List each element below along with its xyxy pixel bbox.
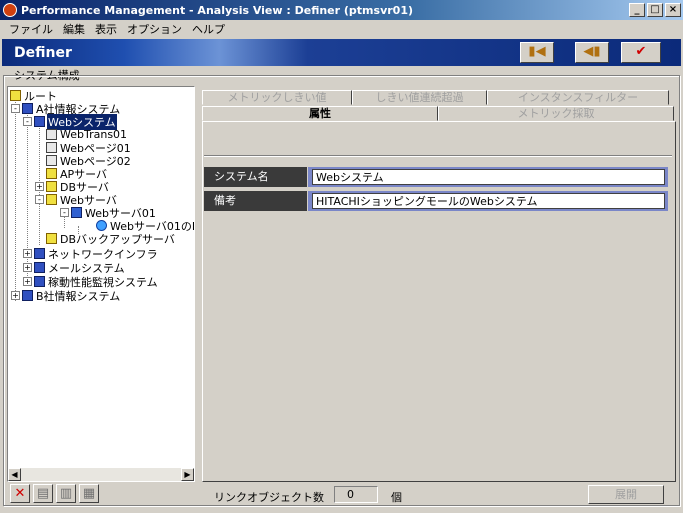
tab-metric-collection[interactable]: メトリック採取 bbox=[438, 106, 674, 121]
tab-row-back: メトリックしきい値 しきい値連続超過 インスタンスフィルター bbox=[202, 90, 669, 105]
copy-button[interactable]: ▤ bbox=[33, 484, 53, 503]
menu-help[interactable]: ヘルプ bbox=[187, 21, 230, 37]
menu-options[interactable]: オプション bbox=[122, 21, 187, 37]
expand-toggle-icon[interactable]: + bbox=[23, 277, 32, 286]
divider bbox=[204, 155, 672, 157]
page-icon bbox=[46, 129, 57, 140]
collapse-toggle-icon[interactable]: - bbox=[11, 104, 20, 113]
tree-item[interactable]: + メールシステム bbox=[23, 261, 126, 275]
menu-view[interactable]: 表示 bbox=[90, 21, 122, 37]
tree-horizontal-scrollbar[interactable]: ◀ ▶ bbox=[8, 468, 194, 481]
server-icon bbox=[71, 207, 82, 218]
remarks-field-frame: HITACHIショッピングモールのWebシステム bbox=[308, 191, 668, 211]
door-exit-icon: ▮◀ bbox=[528, 44, 546, 59]
tree-item[interactable]: DBバックアップサーバ bbox=[46, 232, 176, 246]
system-icon bbox=[34, 276, 45, 287]
system-icon bbox=[34, 116, 45, 127]
minimize-icon[interactable]: _ bbox=[629, 3, 645, 17]
collapse-toggle-icon[interactable]: - bbox=[60, 208, 69, 217]
enter-door-button[interactable]: ◀▮ bbox=[575, 42, 609, 63]
tab-instance-filter[interactable]: インスタンスフィルター bbox=[487, 90, 669, 105]
system-name-field-frame: Webシステム bbox=[308, 167, 668, 187]
tree-item[interactable]: - Webシステム bbox=[23, 113, 117, 130]
system-icon bbox=[22, 290, 33, 301]
checkmark-icon: ✔ bbox=[635, 44, 647, 59]
trash-all-icon: ▦ bbox=[82, 486, 96, 501]
folder-icon bbox=[46, 168, 57, 179]
close-icon[interactable]: × bbox=[665, 3, 681, 17]
scroll-left-icon[interactable]: ◀ bbox=[8, 468, 21, 481]
app-icon bbox=[3, 3, 17, 17]
exit-door-button[interactable]: ▮◀ bbox=[520, 42, 554, 63]
iis-icon bbox=[96, 220, 107, 231]
tab-metric-threshold[interactable]: メトリックしきい値 bbox=[202, 90, 352, 105]
tab-threshold-continuous[interactable]: しきい値連続超過 bbox=[352, 90, 487, 105]
remove-button[interactable]: ▥ bbox=[56, 484, 76, 503]
system-name-label: システム名 bbox=[204, 167, 307, 187]
link-object-count-value: 0 bbox=[334, 486, 378, 503]
tab-attributes[interactable]: 属性 bbox=[202, 106, 438, 121]
status-bar: リンクオブジェクト数 0 個 展開 bbox=[202, 484, 676, 506]
menu-file[interactable]: ファイル bbox=[4, 21, 58, 37]
folder-icon bbox=[46, 181, 57, 192]
title-bar: Performance Management - Analysis View :… bbox=[0, 0, 683, 20]
page-icon bbox=[46, 155, 57, 166]
collapse-toggle-icon[interactable]: - bbox=[35, 195, 44, 204]
definer-banner: Definer ▮◀ ◀▮ ✔ bbox=[2, 39, 681, 66]
scroll-right-icon[interactable]: ▶ bbox=[181, 468, 194, 481]
system-icon bbox=[34, 262, 45, 273]
tab-row-front: 属性 メトリック採取 bbox=[202, 106, 674, 121]
folder-icon bbox=[46, 233, 57, 244]
door-enter-icon: ◀▮ bbox=[583, 44, 601, 59]
copy-icon: ▤ bbox=[36, 486, 50, 501]
window-title: Performance Management - Analysis View :… bbox=[21, 3, 413, 17]
delete-x-icon: ✕ bbox=[14, 486, 26, 501]
folder-icon bbox=[46, 194, 57, 205]
expand-toggle-icon[interactable]: + bbox=[23, 249, 32, 258]
remarks-label: 備考 bbox=[204, 191, 307, 211]
system-icon bbox=[22, 103, 33, 114]
maximize-icon[interactable]: □ bbox=[647, 3, 663, 17]
expand-toggle-icon[interactable]: + bbox=[23, 263, 32, 272]
tree-item-label: DBバックアップサーバ bbox=[60, 232, 175, 246]
expand-button[interactable]: 展開 bbox=[588, 485, 664, 504]
tree-item-label: B社情報システム bbox=[36, 289, 121, 303]
system-tree[interactable]: ルート - A社情報システム - Webシステム WebTrans01 Webペ… bbox=[7, 86, 195, 482]
banner-title: Definer bbox=[14, 45, 72, 61]
menu-bar: ファイル 編集 表示 オプション ヘルプ bbox=[0, 20, 683, 38]
expand-toggle-icon[interactable]: + bbox=[35, 182, 44, 191]
remarks-field[interactable]: HITACHIショッピングモールのWebシステム bbox=[312, 193, 665, 209]
tree-toolbar: ✕ ▤ ▥ ▦ bbox=[10, 484, 102, 504]
collapse-toggle-icon[interactable]: - bbox=[23, 117, 32, 126]
expand-toggle-icon[interactable]: + bbox=[11, 291, 20, 300]
tree-item[interactable]: + ネットワークインフラ bbox=[23, 247, 159, 261]
delete-button[interactable]: ✕ bbox=[10, 484, 30, 503]
count-unit: 個 bbox=[391, 491, 402, 504]
trash-icon: ▥ bbox=[59, 486, 73, 501]
page-icon bbox=[46, 142, 57, 153]
link-object-count-label: リンクオブジェクト数 bbox=[214, 491, 324, 504]
system-icon bbox=[34, 248, 45, 259]
tree-item[interactable]: + B社情報システム bbox=[11, 289, 121, 303]
system-name-field[interactable]: Webシステム bbox=[312, 169, 665, 185]
apply-button[interactable]: ✔ bbox=[621, 42, 661, 63]
clear-button[interactable]: ▦ bbox=[79, 484, 99, 503]
tree-item[interactable]: + 稼動性能監視システム bbox=[23, 275, 159, 289]
folder-icon bbox=[10, 90, 21, 101]
menu-edit[interactable]: 編集 bbox=[58, 21, 90, 37]
